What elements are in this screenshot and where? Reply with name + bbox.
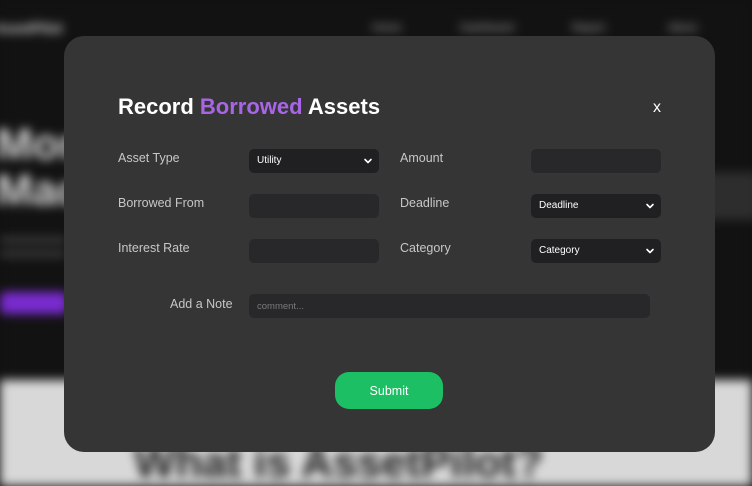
category-label: Category [400, 241, 451, 255]
title-accent: Borrowed [199, 94, 303, 119]
borrowed-from-input[interactable] [249, 194, 379, 218]
chevron-down-icon [646, 248, 654, 254]
submit-button[interactable]: Submit [335, 372, 443, 409]
interest-rate-input[interactable] [249, 239, 379, 263]
note-input[interactable] [249, 294, 650, 318]
deadline-label: Deadline [400, 196, 450, 210]
add-note-label: Add a Note [170, 297, 233, 311]
background-nav-home: Home [372, 22, 402, 34]
chevron-down-icon [646, 203, 654, 209]
category-select[interactable]: Category [531, 239, 661, 263]
deadline-value: Deadline [539, 200, 579, 211]
record-borrowed-assets-modal: Record Borrowed Assets x Asset Type Util… [64, 36, 715, 452]
close-button[interactable]: x [650, 98, 664, 118]
amount-input[interactable] [531, 149, 661, 173]
background-cta-button [0, 292, 68, 314]
borrowed-from-label: Borrowed From [118, 196, 205, 210]
modal-title: Record Borrowed Assets [118, 94, 380, 120]
background-nav-report: Report [572, 22, 606, 34]
category-value: Category [539, 245, 580, 256]
title-prefix: Record [118, 94, 200, 119]
asset-type-value: Utility [257, 155, 282, 166]
deadline-select[interactable]: Deadline [531, 194, 661, 218]
background-logo: AssetPilot [0, 20, 63, 36]
background-nav-dashboard: Dashboard [460, 22, 514, 34]
chevron-down-icon [364, 158, 372, 164]
background-subtext-line [0, 252, 66, 256]
asset-type-label: Asset Type [118, 151, 180, 165]
background-subtext-line [0, 238, 66, 242]
background-nav-about: About [668, 22, 697, 34]
title-suffix: Assets [302, 94, 381, 119]
asset-type-select[interactable]: Utility [249, 149, 379, 173]
amount-label: Amount [400, 151, 444, 165]
interest-rate-label: Interest Rate [118, 241, 190, 255]
